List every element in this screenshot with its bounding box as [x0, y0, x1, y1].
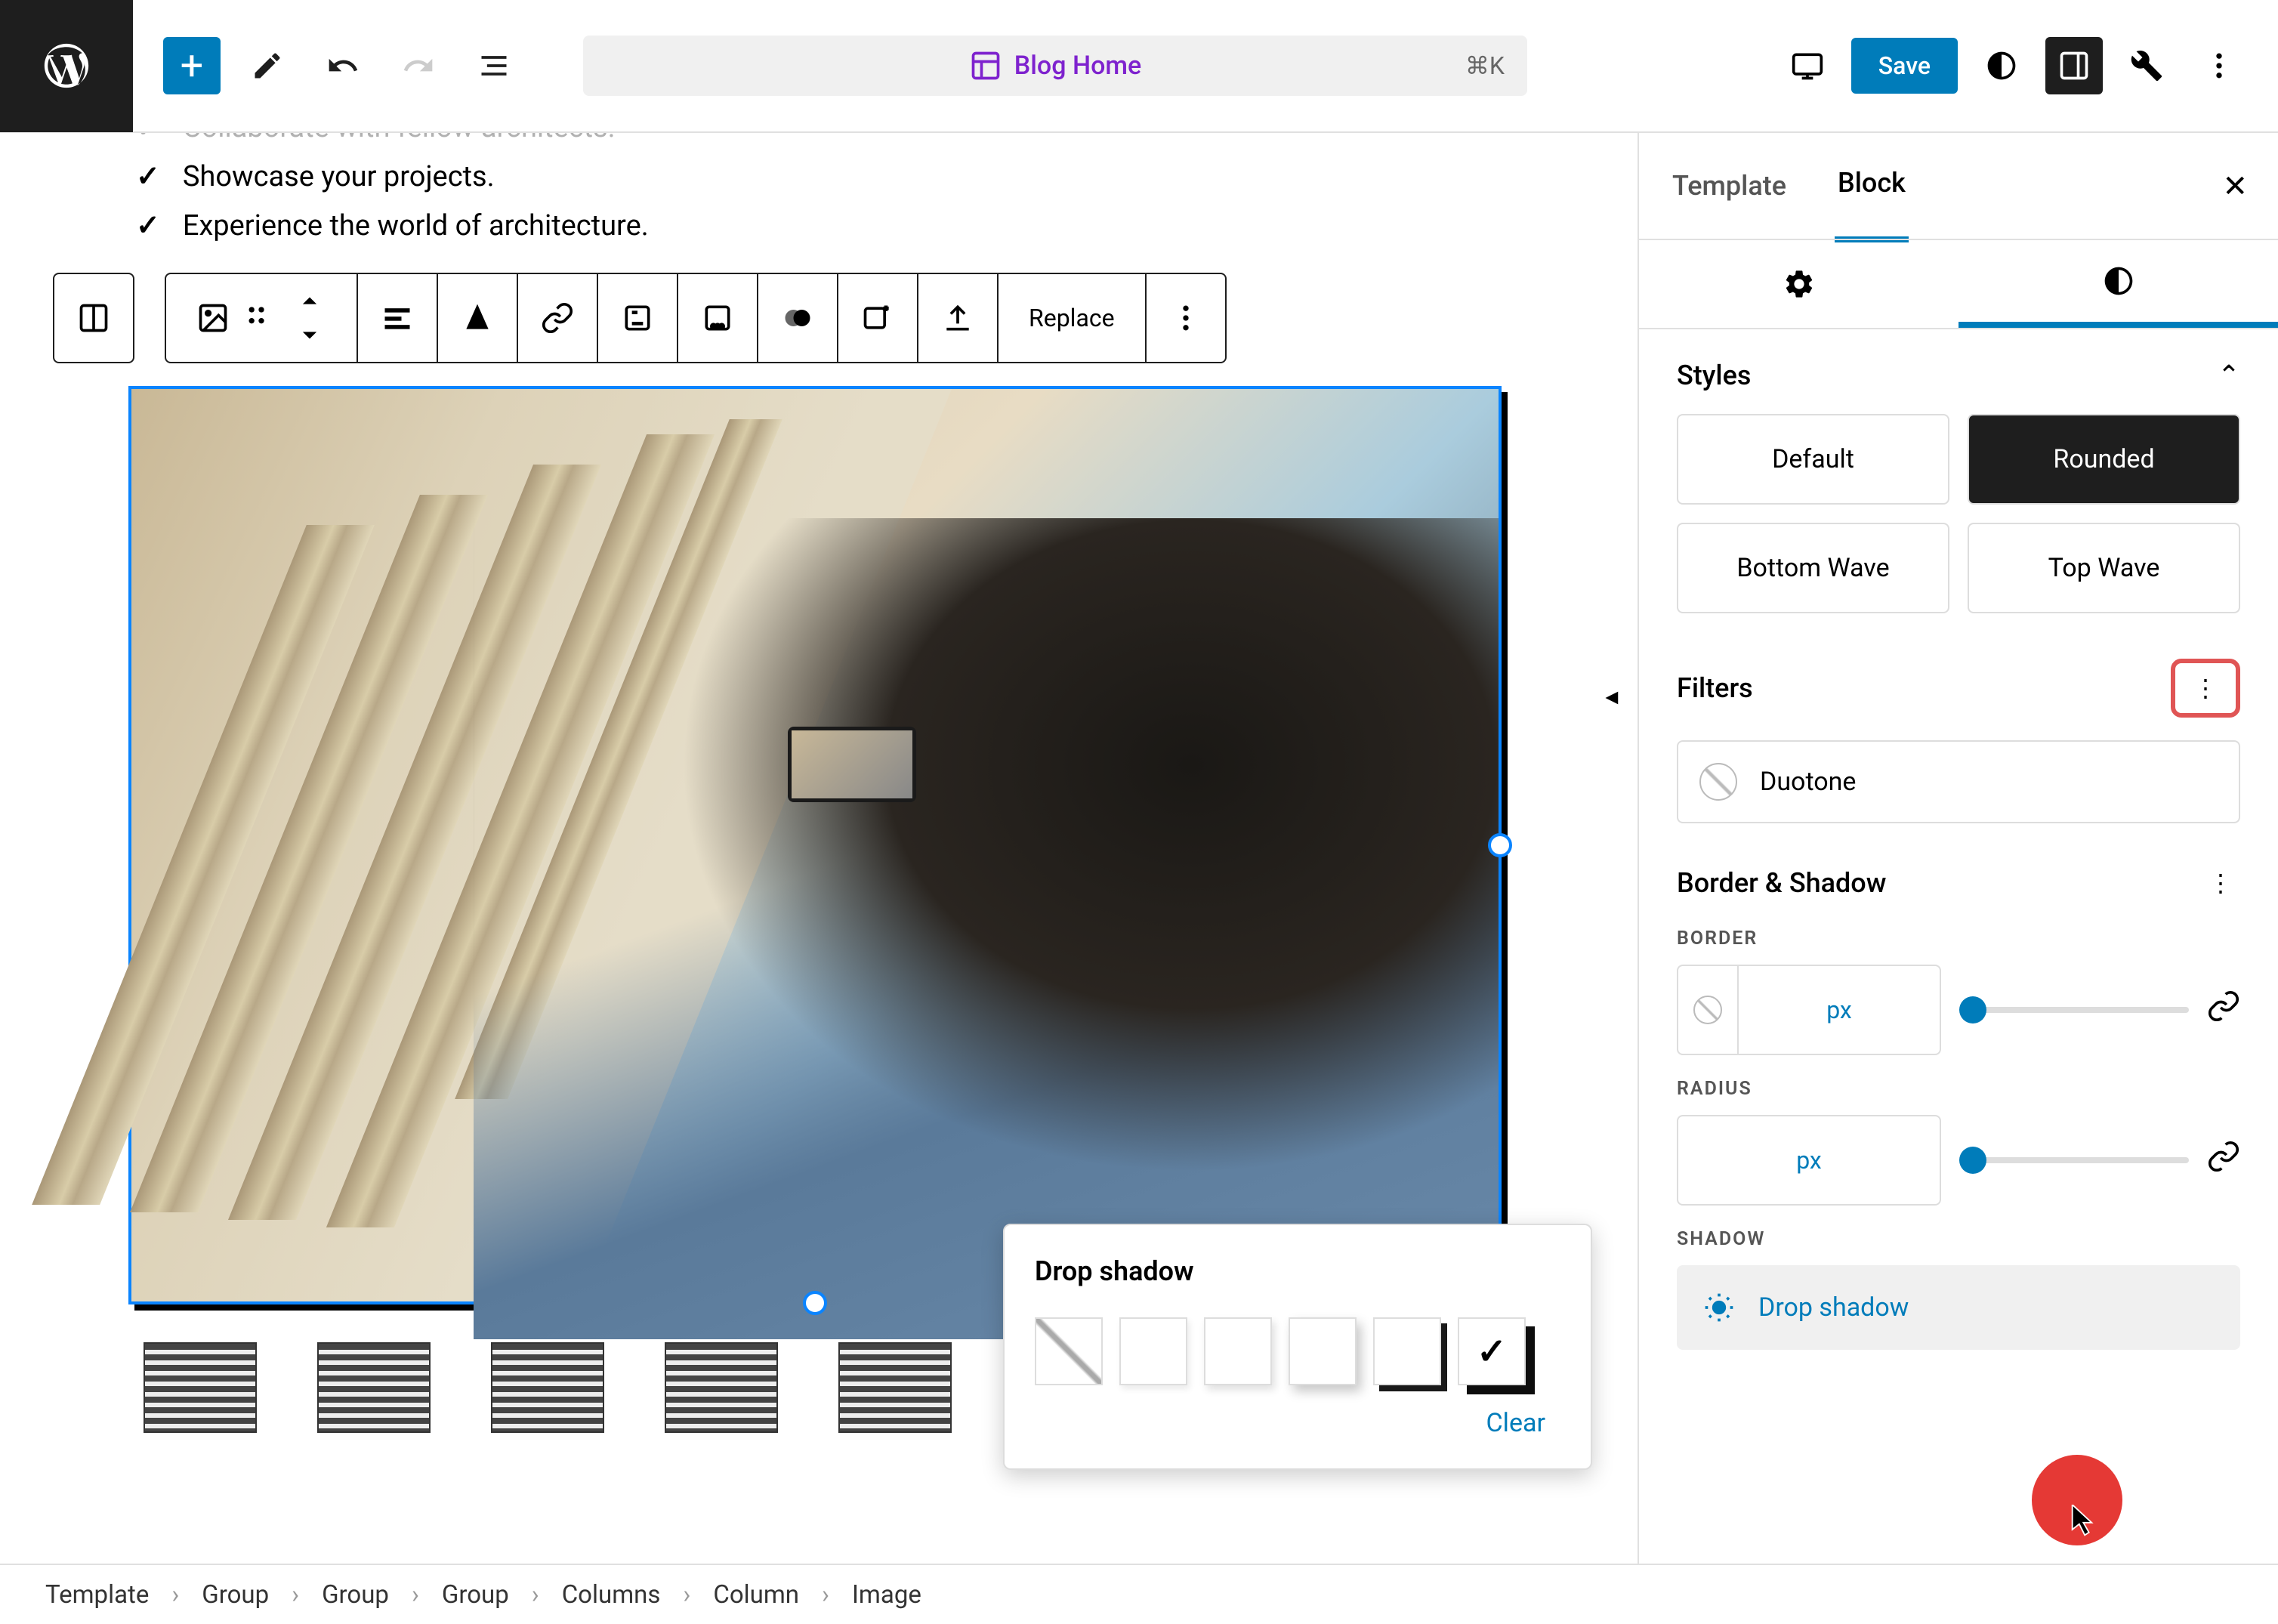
filters-more-icon[interactable]: ⋮: [2171, 659, 2240, 718]
thumbnail-image[interactable]: [317, 1342, 431, 1433]
shadow-preset-1[interactable]: [1119, 1317, 1187, 1385]
upload-button[interactable]: [918, 273, 999, 363]
resize-handle-right[interactable]: [1488, 833, 1512, 857]
radius-label: RADIUS: [1677, 1078, 2240, 1100]
cursor-icon: [2070, 1496, 2103, 1549]
link-button[interactable]: [518, 273, 598, 363]
list-item[interactable]: ✓Experience the world of architecture.: [38, 201, 1638, 250]
shadow-label: SHADOW: [1677, 1228, 2240, 1250]
border-shadow-heading: Border & Shadow: [1677, 867, 1886, 899]
border-color-icon[interactable]: [1693, 996, 1722, 1024]
check-icon: ✓: [136, 159, 160, 193]
image-block[interactable]: [128, 386, 1502, 1304]
duotone-button[interactable]: [758, 273, 838, 363]
breadcrumb-item[interactable]: Columns: [562, 1580, 661, 1610]
settings-sidebar: Template Block ✕ Styles ⌃ Default Rounde…: [1639, 133, 2278, 1564]
style-rounded[interactable]: Rounded: [1968, 414, 2240, 505]
close-icon[interactable]: ✕: [2222, 168, 2248, 204]
radius-input[interactable]: px: [1677, 1115, 1941, 1206]
breadcrumb-item[interactable]: Image: [852, 1580, 921, 1610]
list-item[interactable]: ✓Collaborate with fellow architects.: [38, 133, 1638, 152]
duotone-swatch-icon: [1699, 763, 1737, 801]
border-label: BORDER: [1677, 928, 2240, 949]
document-title: Blog Home: [1014, 51, 1141, 81]
replace-button[interactable]: Replace: [999, 273, 1147, 363]
shadow-preset-3[interactable]: [1289, 1317, 1357, 1385]
thumbnail-image[interactable]: [491, 1342, 604, 1433]
check-icon: ✓: [136, 208, 160, 242]
view-desktop-icon[interactable]: [1779, 37, 1836, 94]
thumbnail-image[interactable]: [665, 1342, 778, 1433]
crop-button[interactable]: [678, 273, 758, 363]
breadcrumb-item[interactable]: Group: [322, 1580, 389, 1610]
options-icon[interactable]: [2190, 37, 2248, 94]
tools-icon[interactable]: [2118, 37, 2175, 94]
breadcrumb-item[interactable]: Group: [202, 1580, 269, 1610]
wordpress-logo[interactable]: [0, 0, 133, 132]
thumbnail-image[interactable]: [144, 1342, 257, 1433]
style-top-wave[interactable]: Top Wave: [1968, 523, 2240, 613]
style-default[interactable]: Default: [1677, 414, 1949, 505]
drop-shadow-popover: Drop shadow Clear: [1003, 1224, 1592, 1470]
clear-button[interactable]: Clear: [1035, 1408, 1545, 1438]
list-item[interactable]: ✓Showcase your projects.: [38, 152, 1638, 201]
border-slider[interactable]: [1959, 1007, 2189, 1013]
editor-canvas[interactable]: ✓Collaborate with fellow architects. ✓Sh…: [0, 133, 1639, 1564]
radius-slider[interactable]: [1959, 1157, 2189, 1163]
parent-block-button[interactable]: [53, 273, 134, 363]
settings-sidebar-icon[interactable]: [2045, 37, 2103, 94]
tab-block[interactable]: Block: [1835, 129, 1909, 242]
list-view-icon[interactable]: [465, 37, 523, 94]
keyboard-shortcut: ⌘K: [1465, 51, 1505, 80]
block-type-button[interactable]: [165, 273, 358, 363]
contrast-icon[interactable]: [1973, 37, 2030, 94]
resize-handle-bottom[interactable]: [803, 1291, 827, 1315]
border-shadow-more-icon[interactable]: ⋮: [2201, 861, 2240, 905]
redo-icon[interactable]: [390, 37, 447, 94]
popover-title: Drop shadow: [1035, 1255, 1560, 1287]
subtab-settings[interactable]: [1639, 240, 1959, 328]
breadcrumb-item[interactable]: Group: [442, 1580, 509, 1610]
shadow-none[interactable]: [1035, 1317, 1103, 1385]
flip-button[interactable]: [438, 273, 518, 363]
document-title-bar[interactable]: Blog Home ⌘K: [583, 36, 1527, 96]
undo-icon[interactable]: [314, 37, 372, 94]
border-input[interactable]: px: [1677, 965, 1941, 1055]
duotone-button[interactable]: Duotone: [1677, 740, 2240, 823]
breadcrumb: Template› Group› Group› Group› Columns› …: [0, 1564, 2278, 1624]
tab-template[interactable]: Template: [1669, 132, 1789, 239]
caption-button[interactable]: [598, 273, 678, 363]
more-options-button[interactable]: [1147, 273, 1227, 363]
shadow-preset-5[interactable]: [1458, 1317, 1526, 1385]
breadcrumb-item[interactable]: Template: [45, 1580, 149, 1610]
align-button[interactable]: [358, 273, 438, 363]
drop-shadow-button[interactable]: Drop shadow: [1677, 1265, 2240, 1350]
filters-heading: Filters: [1677, 672, 1753, 704]
add-block-button[interactable]: +: [163, 37, 221, 94]
breadcrumb-item[interactable]: Column: [713, 1580, 799, 1610]
edit-icon[interactable]: [239, 37, 296, 94]
link-corners-icon[interactable]: [2207, 1140, 2240, 1181]
cursor-icon: ◄: [1601, 684, 1622, 709]
shadow-preset-2[interactable]: [1204, 1317, 1272, 1385]
subtab-styles[interactable]: [1959, 240, 2278, 328]
check-icon: ✓: [136, 133, 160, 144]
style-bottom-wave[interactable]: Bottom Wave: [1677, 523, 1949, 613]
chevron-up-icon[interactable]: ⌃: [2218, 360, 2240, 391]
save-button[interactable]: Save: [1851, 38, 1958, 94]
insert-button[interactable]: [838, 273, 918, 363]
styles-heading: Styles: [1677, 360, 1751, 391]
link-sides-icon[interactable]: [2207, 990, 2240, 1030]
block-toolbar: Replace: [53, 273, 1570, 363]
thumbnail-image[interactable]: [838, 1342, 952, 1433]
shadow-preset-4[interactable]: [1373, 1317, 1441, 1385]
